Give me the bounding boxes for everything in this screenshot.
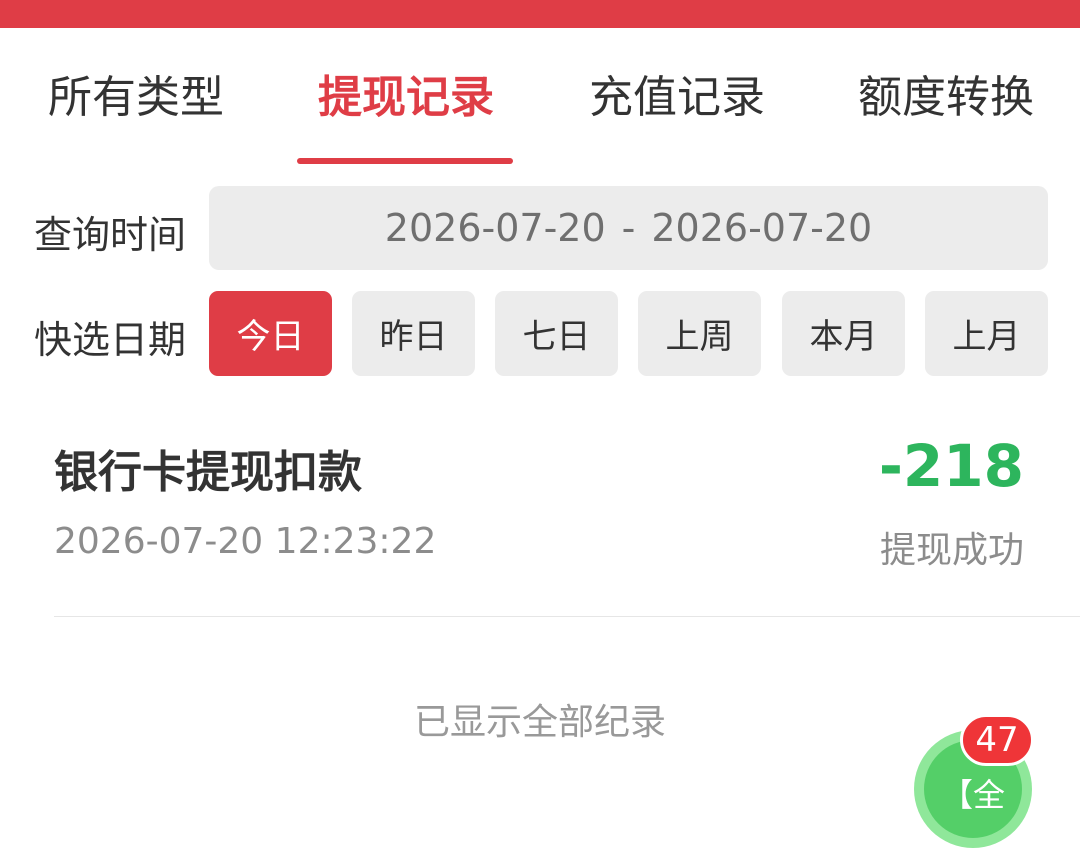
status-bar	[0, 0, 1080, 28]
type-tabs: 所有类型 提现记录 充值记录 额度转换	[0, 28, 1080, 168]
quick-date-seven-days-button[interactable]: 七日	[495, 291, 618, 376]
tab-all-types[interactable]: 所有类型	[48, 68, 224, 128]
date-range-picker[interactable]: 2026-07-20 - 2026-07-20	[209, 186, 1048, 270]
quick-date-yesterday-button[interactable]: 昨日	[352, 291, 475, 376]
start-date: 2026-07-20	[384, 206, 606, 250]
record-amount: -218	[878, 432, 1024, 500]
quick-date-label: 快选日期	[34, 318, 187, 362]
record-time: 2026-07-20 12:23:22	[54, 521, 437, 562]
tab-withdraw-records[interactable]: 提现记录	[318, 68, 494, 128]
notification-badge: 47	[960, 714, 1034, 766]
active-tab-indicator	[297, 158, 513, 164]
quick-date-last-month-button[interactable]: 上月	[925, 291, 1048, 376]
end-date: 2026-07-20	[651, 206, 873, 250]
tab-recharge-records[interactable]: 充值记录	[589, 68, 765, 128]
quick-date-today-button[interactable]: 今日	[209, 291, 332, 376]
query-time-label: 查询时间	[34, 213, 187, 257]
quick-date-this-month-button[interactable]: 本月	[782, 291, 905, 376]
record-status: 提现成功	[879, 530, 1024, 571]
end-of-list-text: 已显示全部纪录	[413, 702, 666, 743]
divider	[54, 616, 1080, 617]
date-separator: -	[621, 206, 636, 250]
tab-quota-transfer[interactable]: 额度转换	[858, 68, 1034, 128]
quick-date-last-week-button[interactable]: 上周	[638, 291, 761, 376]
record-title: 银行卡提现扣款	[54, 447, 362, 498]
